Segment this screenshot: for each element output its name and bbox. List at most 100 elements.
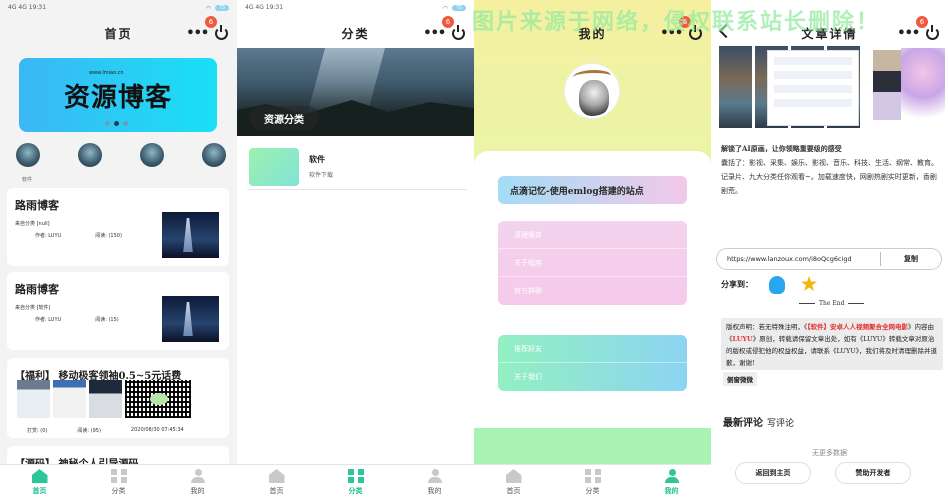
empty-state: 无更多数据 bbox=[812, 449, 847, 457]
qzone-star-icon[interactable]: ★ bbox=[801, 274, 817, 295]
article-actions: 返回到主页 赞助开发者 bbox=[735, 462, 911, 484]
banner-carousel[interactable]: www.lmiao.cn 资源博客 bbox=[19, 58, 217, 132]
close-power-icon[interactable] bbox=[451, 24, 465, 40]
post-source: 来自分类 [软件] bbox=[15, 305, 51, 311]
user-icon bbox=[664, 469, 680, 483]
avatar[interactable] bbox=[140, 143, 164, 167]
post-source: 来自分类 [null] bbox=[15, 221, 50, 227]
category-icon bbox=[249, 148, 299, 186]
mini-capsule: ••• bbox=[894, 22, 942, 44]
grid-icon bbox=[347, 469, 364, 483]
tab-home[interactable]: 首页 bbox=[237, 465, 316, 500]
battery-icon: 75 bbox=[452, 5, 466, 11]
post-card[interactable]: 【福利】 移动极客领袖0.5~5元话费 打赏: (0) 阅读: (95) 2020/… bbox=[7, 358, 229, 438]
menu-item-recommend[interactable]: 推荐好友 bbox=[498, 335, 687, 363]
tab-mine[interactable]: 我的 bbox=[632, 465, 711, 500]
menu-item-clear-cache[interactable]: 清理缓存 bbox=[498, 221, 687, 249]
category-screen: 4G 4G 19:31 ◠ 75 分类 6 ••• 资源分类 软件 软件下载 首页… bbox=[237, 0, 474, 500]
copyright-notice: 版权声明：若无特殊注明，《【软件】安卓人人视频聚合全网电影》内容由《LUYU》原… bbox=[721, 318, 943, 370]
category-item[interactable]: 软件 软件下载 bbox=[247, 146, 467, 190]
tab-home[interactable]: 首页 bbox=[474, 465, 553, 500]
tab-category[interactable]: 分类 bbox=[553, 465, 632, 500]
tab-home[interactable]: 首页 bbox=[0, 465, 79, 500]
hero-label: 资源分类 bbox=[249, 106, 319, 130]
category-avatars bbox=[16, 143, 226, 167]
post-card[interactable]: 路雨博客 来自分类 [软件] 作者: LUYU 阅读: (15) bbox=[7, 272, 229, 350]
menu-item-about-app[interactable]: 关于程序 bbox=[498, 249, 687, 277]
write-comment-link[interactable]: 写评论 bbox=[767, 419, 794, 429]
user-icon bbox=[190, 469, 206, 483]
more-button[interactable]: ••• bbox=[897, 26, 920, 41]
post-card[interactable]: 路雨博客 来自分类 [null] 作者: LUYU 阅读: (150) bbox=[7, 188, 229, 266]
watermark-text: 图片来源于网络，侵权联系站长删除！ bbox=[472, 9, 881, 35]
bottom-tab-bar: 首页 分类 我的 bbox=[237, 464, 474, 500]
cover-phone bbox=[767, 50, 859, 126]
home-icon bbox=[505, 469, 522, 483]
close-power-icon[interactable] bbox=[925, 24, 939, 40]
avatar-label: 软件 bbox=[22, 177, 33, 183]
mine-screen: 我的 6 ••• 点滴记忆-使用emlog搭建的站点 清理缓存 关于程序 官方群… bbox=[474, 0, 711, 500]
wifi-icon: ◠ bbox=[442, 4, 448, 12]
qr-code-image bbox=[125, 380, 191, 418]
post-thumbnail bbox=[162, 296, 219, 342]
post-images bbox=[17, 380, 191, 418]
status-bar: 4G 4G 19:31 ◠ 75 bbox=[0, 0, 237, 16]
post-title: 路雨博客 bbox=[15, 199, 59, 212]
post-meta: 作者: LUYU 阅读: (150) bbox=[35, 233, 122, 239]
wifi-icon: ◠ bbox=[205, 4, 211, 12]
mini-capsule: ••• bbox=[420, 22, 468, 44]
sponsor-button[interactable]: 赞助开发者 bbox=[835, 462, 911, 484]
copy-button[interactable]: 复制 bbox=[881, 254, 941, 264]
article-intro: 解锁了AI原画，让你领略重要级的感受 bbox=[721, 144, 842, 153]
post-meta: 打赏: (0) 阅读: (95) 2020/08/30 07:45:34 bbox=[27, 427, 184, 434]
banner-url: www.lmiao.cn bbox=[89, 70, 124, 76]
avatar[interactable] bbox=[78, 143, 102, 167]
more-button[interactable]: ••• bbox=[186, 26, 209, 41]
back-home-button[interactable]: 返回到主页 bbox=[735, 462, 811, 484]
tab-mine[interactable]: 我的 bbox=[158, 465, 237, 500]
home-icon bbox=[268, 469, 285, 483]
menu-item-about-us[interactable]: 关于我们 bbox=[498, 363, 687, 391]
tab-category[interactable]: 分类 bbox=[79, 465, 158, 500]
article-cover-image: 必迈王牌猎手 bbox=[719, 46, 945, 132]
article-body: 解锁了AI原画，让你领略重要级的感受 囊括了：影视、采集、娱乐、影视、音乐、科技… bbox=[721, 142, 943, 198]
close-power-icon[interactable] bbox=[214, 24, 228, 40]
home-screen: 4G 4G 19:31 ◠ 75 首页 6 ••• www.lmiao.cn 资源… bbox=[0, 0, 237, 500]
grid-icon bbox=[584, 469, 601, 483]
bottom-tab-bar: 首页 分类 我的 bbox=[0, 464, 237, 500]
site-title: 点滴记忆-使用emlog搭建的站点 bbox=[498, 176, 687, 204]
battery-icon: 75 bbox=[215, 5, 229, 11]
tab-mine[interactable]: 我的 bbox=[395, 465, 474, 500]
tab-category[interactable]: 分类 bbox=[316, 465, 395, 500]
grid-icon bbox=[110, 469, 127, 483]
status-bar: 4G 4G 19:31 ◠ 75 bbox=[237, 0, 474, 16]
avatar[interactable] bbox=[565, 64, 619, 118]
settings-menu: 清理缓存 关于程序 官方群聊 bbox=[498, 221, 687, 305]
share-row: 分享到： ★ bbox=[721, 274, 817, 295]
more-button[interactable]: ••• bbox=[423, 26, 446, 41]
category-name: 软件 bbox=[309, 154, 325, 164]
article-paragraph: 记录片、九大分类任你观看~。加载速度快，网剧热剧实时更新，香剧剧荒。 bbox=[721, 173, 937, 195]
menu-item-group-chat[interactable]: 官方群聊 bbox=[498, 277, 687, 305]
social-menu: 推荐好友 关于我们 bbox=[498, 335, 687, 391]
banner-logo: 资源博客 bbox=[63, 82, 172, 113]
avatar[interactable] bbox=[202, 143, 226, 167]
post-image bbox=[89, 380, 122, 418]
status-signal: 4G 4G 19:31 bbox=[8, 4, 47, 11]
avatar[interactable] bbox=[16, 143, 40, 167]
footer-band bbox=[474, 428, 711, 464]
post-image bbox=[53, 380, 86, 418]
bottom-tab-bar: 首页 分类 我的 bbox=[474, 464, 711, 500]
latest-comments-heading: 最新评论 写评论 bbox=[723, 418, 795, 429]
download-link-box: https://www.lanzoux.com/i8oQcg6cigd 复制 bbox=[716, 248, 942, 270]
article-paragraph: 囊括了：影视、采集、娱乐、影视、音乐、科技、生活、纲常、教育。 bbox=[721, 159, 938, 167]
user-icon bbox=[427, 469, 443, 483]
carousel-dots bbox=[105, 121, 128, 126]
post-thumbnail bbox=[162, 212, 219, 258]
post-image bbox=[17, 380, 50, 418]
home-icon bbox=[31, 469, 48, 483]
article-tag[interactable]: 侧窗微微 bbox=[723, 372, 757, 386]
post-meta: 作者: LUYU 阅读: (15) bbox=[35, 317, 119, 323]
download-url[interactable]: https://www.lanzoux.com/i8oQcg6cigd bbox=[717, 255, 880, 263]
qq-icon[interactable] bbox=[769, 275, 785, 294]
